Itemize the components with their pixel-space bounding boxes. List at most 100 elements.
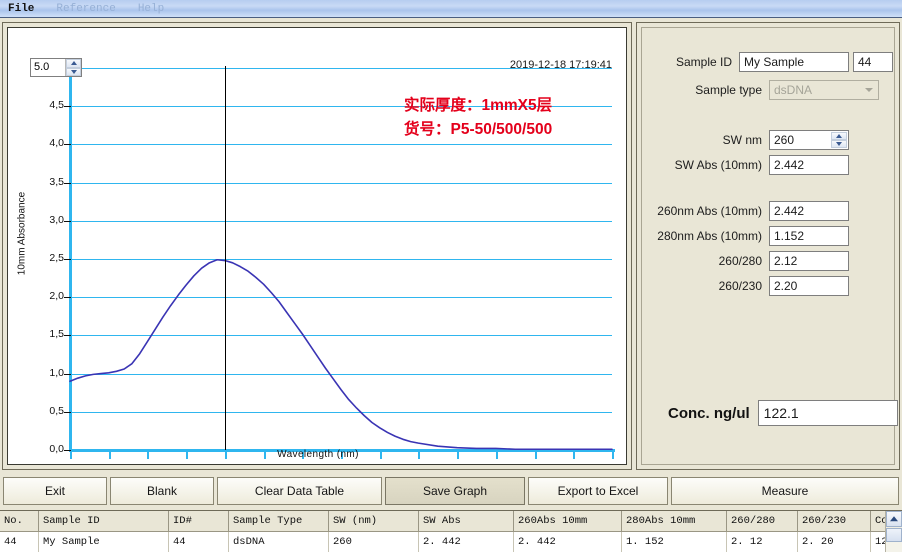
table-cell: dsDNA xyxy=(228,531,329,552)
table-cell: 44 xyxy=(168,531,229,552)
ratio-260-280-value: 2.12 xyxy=(769,251,849,271)
measure-button[interactable]: Measure xyxy=(671,477,899,505)
spinner-up-icon[interactable] xyxy=(831,132,847,140)
scroll-up-icon[interactable] xyxy=(886,511,902,527)
export-to-excel-button[interactable]: Export to Excel xyxy=(528,477,668,505)
table-column-header[interactable]: 260/280 xyxy=(726,511,798,532)
y-tick-label: 1,0 xyxy=(49,366,64,379)
y-tick-label: 1,5 xyxy=(49,328,64,341)
chevron-down-icon xyxy=(861,82,877,98)
abs280-value: 1.152 xyxy=(769,226,849,246)
abs280-label: 280nm Abs (10mm) xyxy=(657,229,762,243)
wavelength-cursor-line xyxy=(224,66,226,450)
table-row[interactable]: 44 My Sample 44 dsDNA 260 2. 442 2. 442 1. 152 2… xyxy=(0,531,885,552)
table-cell: 1. 152 xyxy=(621,531,727,552)
clear-data-table-button[interactable]: Clear Data Table xyxy=(217,477,382,505)
sample-id-label: Sample ID xyxy=(675,55,732,69)
sample-id-row: Sample ID My Sample 44 xyxy=(642,52,894,72)
sw-nm-stepper[interactable]: 260 xyxy=(769,130,849,150)
y-scale-stepper[interactable]: 5.0 xyxy=(30,58,82,77)
data-table: No. Sample ID ID# Sample Type SW (nm) SW Abs 2… xyxy=(0,511,885,552)
menu-item-reference: Reference xyxy=(56,2,116,15)
table-column-header[interactable]: 260Abs 10mm xyxy=(513,511,622,532)
table-column-header[interactable]: No. xyxy=(0,511,39,532)
table-column-header[interactable]: SW (nm) xyxy=(328,511,419,532)
annotation-line-2: 货号：P5-50/500/500 xyxy=(404,121,553,138)
blank-button[interactable]: Blank xyxy=(110,477,214,505)
y-scale-value: 5.0 xyxy=(34,61,50,73)
sample-type-label: Sample type xyxy=(695,83,762,97)
sample-type-row: Sample type dsDNA xyxy=(642,80,894,100)
table-cell: 260 xyxy=(328,531,419,552)
sw-abs-label: SW Abs (10mm) xyxy=(674,158,762,172)
y-tick-label: 4,0 xyxy=(49,137,64,150)
table-cell: 44 xyxy=(0,531,39,552)
table-column-header[interactable]: 280Abs 10mm xyxy=(621,511,727,532)
abs260-row: 260nm Abs (10mm) 2.442 xyxy=(642,201,894,221)
spinner-up-icon[interactable] xyxy=(66,59,81,68)
y-tick-label: 2,5 xyxy=(49,252,64,264)
plot-frame: 5.0 2019-12-18 17:19:41 实际厚度：1mmX5层 货号：P… xyxy=(7,27,627,465)
abs260-value: 2.442 xyxy=(769,201,849,221)
table-column-header[interactable]: SW Abs xyxy=(418,511,514,532)
table-column-header[interactable]: 260/230 xyxy=(797,511,871,532)
y-tick-label: 3,5 xyxy=(49,175,64,188)
spinner-down-icon[interactable] xyxy=(831,140,847,148)
table-cell: 2. 442 xyxy=(513,531,622,552)
table-column-header[interactable]: Sample ID xyxy=(38,511,169,532)
ratio-260-230-row: 260/230 2.20 xyxy=(642,276,894,296)
x-axis-title: Wavelength (nm) xyxy=(277,449,359,460)
y-tick-label: 0,5 xyxy=(49,404,64,417)
table-cell: 2. 442 xyxy=(418,531,514,552)
ratio-260-280-label: 260/280 xyxy=(718,254,762,268)
application-window: File Reference Help 5.0 2019-12-18 17:19… xyxy=(0,0,902,552)
exit-button[interactable]: Exit xyxy=(3,477,107,505)
chart-annotation: 实际厚度：1mmX5层 货号：P5-50/500/500 xyxy=(404,94,552,142)
ratio-260-230-value: 2.20 xyxy=(769,276,849,296)
table-cell: My Sample xyxy=(38,531,169,552)
table-header-row: No. Sample ID ID# Sample Type SW (nm) SW Abs 2… xyxy=(0,511,885,532)
spinner-down-icon[interactable] xyxy=(66,67,81,76)
table-column-header[interactable]: Sample Type xyxy=(228,511,329,532)
sample-type-value: dsDNA xyxy=(774,83,813,97)
menu-item-file[interactable]: File xyxy=(8,1,34,17)
ratio-260-280-row: 260/280 2.12 xyxy=(642,251,894,271)
scrollbar-thumb[interactable] xyxy=(886,528,902,542)
graph-panel: 5.0 2019-12-18 17:19:41 实际厚度：1mmX5层 货号：P… xyxy=(2,22,632,470)
abs280-row: 280nm Abs (10mm) 1.152 xyxy=(642,226,894,246)
y-tick-label: 2,0 xyxy=(49,290,64,303)
save-graph-button[interactable]: Save Graph xyxy=(385,477,525,505)
data-table-container: No. Sample ID ID# Sample Type SW (nm) SW Abs 2… xyxy=(0,510,902,552)
table-column-header[interactable]: ID# xyxy=(168,511,229,532)
results-panel: Sample ID My Sample 44 Sample type dsDNA… xyxy=(636,22,900,470)
y-tick-label: 3,0 xyxy=(49,213,64,226)
annotation-line-1: 实际厚度：1mmX5层 xyxy=(404,97,553,114)
sample-number-input[interactable]: 44 xyxy=(853,52,893,72)
sample-id-input[interactable]: My Sample xyxy=(739,52,849,72)
table-cell: 2. 12 xyxy=(726,531,798,552)
measurement-timestamp: 2019-12-18 17:19:41 xyxy=(509,59,612,71)
scrollbar-track[interactable] xyxy=(886,542,902,552)
y-scale-spin-buttons[interactable] xyxy=(65,59,81,76)
y-axis-title: 10mm Absorbance xyxy=(16,191,28,276)
table-column-header[interactable]: Conc. (Ng/ul) xyxy=(870,511,885,532)
results-panel-inner: Sample ID My Sample 44 Sample type dsDNA… xyxy=(641,27,898,465)
menu-item-help: Help xyxy=(137,2,165,15)
ratio-260-230-label: 260/230 xyxy=(718,279,762,293)
table-body: 44 My Sample 44 dsDNA 260 2. 442 2. 442 1. 152 2… xyxy=(0,531,885,552)
sw-nm-value: 260 xyxy=(774,133,795,147)
menu-bar: File Reference Help xyxy=(0,0,902,18)
sample-type-select: dsDNA xyxy=(769,80,879,100)
sw-nm-row: SW nm 260 xyxy=(642,130,894,150)
sw-abs-value: 2.442 xyxy=(769,155,849,175)
data-table-scroll-area: No. Sample ID ID# Sample Type SW (nm) SW Abs 2… xyxy=(0,511,885,552)
action-button-bar: Exit Blank Clear Data Table Save Graph Expor… xyxy=(0,474,902,508)
sw-nm-label: SW nm xyxy=(722,133,762,147)
table-vertical-scrollbar[interactable] xyxy=(885,511,902,552)
sw-nm-spin-buttons[interactable] xyxy=(831,132,847,148)
y-tick-label: 4,5 xyxy=(49,99,64,112)
concentration-value: 122.1 xyxy=(757,400,898,426)
concentration-label: Conc. ng/ul xyxy=(668,404,750,422)
abs260-label: 260nm Abs (10mm) xyxy=(657,204,762,218)
table-cell: 122. 1 xyxy=(870,531,885,552)
